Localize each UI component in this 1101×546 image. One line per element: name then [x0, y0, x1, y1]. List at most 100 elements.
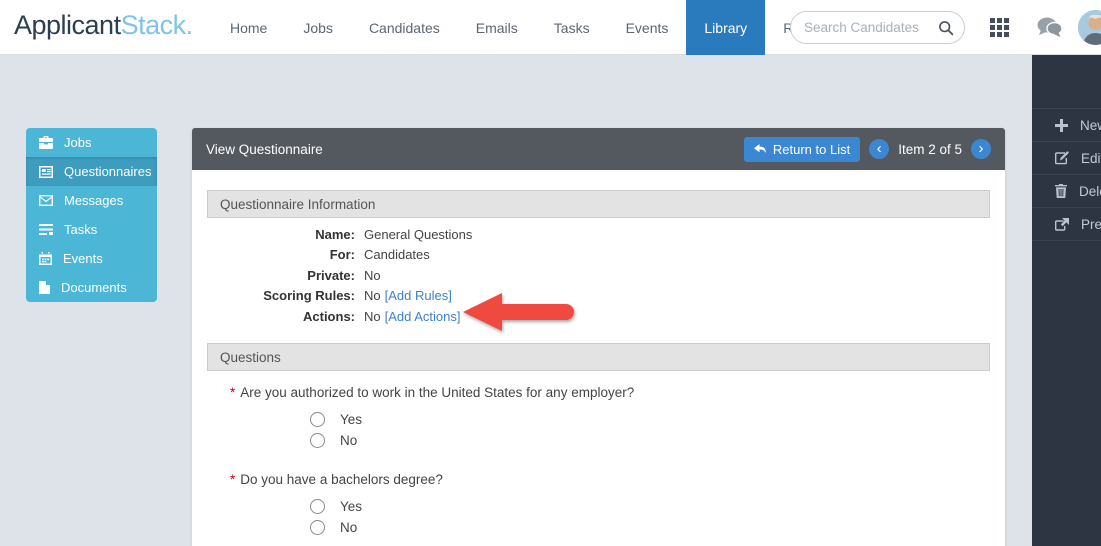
- field-value: Candidates: [364, 247, 430, 263]
- nav-item-emails[interactable]: Emails: [458, 0, 536, 55]
- sidebar-item-messages[interactable]: Messages: [26, 186, 157, 215]
- next-item-button[interactable]: ›: [971, 139, 991, 159]
- trash-icon: [1055, 184, 1067, 198]
- chat-icon[interactable]: [1036, 16, 1063, 39]
- action-label: Edit: [1081, 150, 1101, 166]
- field-value: General Questions: [364, 227, 473, 242]
- action-label: Delete: [1079, 183, 1101, 199]
- edit-button[interactable]: Edit: [1032, 142, 1101, 175]
- field-row-private: Private: No: [207, 266, 990, 286]
- nav-item-home[interactable]: Home: [212, 0, 285, 55]
- return-to-list-label: Return to List: [772, 141, 851, 157]
- field-row-scoring-rules: Scoring Rules: No [Add Rules]: [207, 286, 990, 306]
- library-sidebar: Jobs Questionnaires Messages Tasks Event…: [26, 128, 157, 302]
- sidebar-item-documents[interactable]: Documents: [26, 273, 157, 302]
- actions-list: New Questionnaire Edit Delete Preview: [1032, 108, 1101, 241]
- nav-item-library[interactable]: Library: [686, 0, 766, 55]
- field-value: No: [364, 267, 381, 283]
- sidebar-item-events[interactable]: Events: [26, 244, 157, 273]
- briefcase-icon: [39, 136, 53, 149]
- task-list-icon: [39, 224, 53, 235]
- sidebar-item-label: Questionnaires: [64, 164, 152, 179]
- option-row: Yes: [310, 409, 990, 430]
- preview-icon: [1055, 217, 1069, 231]
- question-text: * Do you have a bachelors degree?: [230, 472, 990, 487]
- user-avatar[interactable]: [1078, 10, 1101, 45]
- field-label: Name:: [315, 227, 355, 242]
- preview-button[interactable]: Preview: [1032, 208, 1101, 241]
- sidebar-item-label: Tasks: [64, 222, 98, 237]
- plus-icon: [1055, 118, 1068, 132]
- sidebar-item-label: Documents: [61, 280, 127, 295]
- envelope-icon: [39, 195, 53, 206]
- option-row: Yes: [310, 496, 990, 517]
- nav-item-tasks[interactable]: Tasks: [536, 0, 608, 55]
- questionnaire-info-fields: Name: General Questions For: Candidates …: [207, 225, 990, 327]
- item-pager-text: Item 2 of 5: [898, 141, 962, 157]
- questions-header: Questions: [207, 343, 990, 372]
- nav-item-events[interactable]: Events: [608, 0, 687, 55]
- panel-header-actions: Return to List ‹ Item 2 of 5 ›: [743, 136, 991, 162]
- document-icon: [39, 281, 50, 294]
- panel-header: View Questionnaire Return to List ‹ Item…: [192, 128, 1005, 170]
- panel-body: Questionnaire Information Name: General …: [192, 170, 1005, 546]
- top-navigation-bar: ApplicantStack. Home Jobs Candidates Ema…: [0, 0, 1101, 55]
- applicantstack-logo: ApplicantStack.: [14, 10, 193, 41]
- nav-item-jobs[interactable]: Jobs: [285, 0, 351, 55]
- option-row: No: [310, 430, 990, 451]
- option-label: Yes: [340, 499, 363, 515]
- questionnaire-icon: [39, 165, 53, 178]
- question-label: Are you authorized to work in the United…: [240, 385, 635, 401]
- field-value: No: [364, 308, 381, 324]
- actions-sidebar: New Questionnaire Edit Delete Preview: [1032, 55, 1101, 546]
- search-candidates-box[interactable]: [790, 11, 965, 44]
- question-2: * Do you have a bachelors degree? Yes No: [230, 472, 990, 538]
- sidebar-item-jobs[interactable]: Jobs: [26, 128, 157, 157]
- main-nav: Home Jobs Candidates Emails Tasks Events…: [212, 0, 850, 55]
- option-row: No: [310, 517, 990, 538]
- add-rules-link[interactable]: [Add Rules]: [385, 286, 452, 306]
- calendar-icon: [39, 252, 52, 265]
- return-to-list-button[interactable]: Return to List: [743, 136, 861, 162]
- field-value: No: [364, 288, 381, 304]
- sidebar-item-label: Messages: [64, 193, 124, 208]
- return-arrow-icon: [753, 143, 766, 153]
- sidebar-item-label: Events: [63, 251, 103, 266]
- question-text: * Are you authorized to work in the Unite…: [230, 385, 990, 400]
- radio-q2-no[interactable]: [310, 520, 325, 536]
- logo-part-dark: Applicant: [14, 10, 121, 40]
- page-title: View Questionnaire: [206, 141, 323, 157]
- new-questionnaire-button[interactable]: New Questionnaire: [1032, 109, 1101, 142]
- sidebar-item-label: Jobs: [64, 135, 92, 150]
- search-icon[interactable]: [938, 20, 954, 36]
- field-label: Private:: [307, 267, 355, 283]
- radio-q1-yes[interactable]: [310, 412, 325, 428]
- sidebar-item-tasks[interactable]: Tasks: [26, 215, 157, 244]
- field-label: For:: [329, 247, 355, 263]
- radio-q1-no[interactable]: [310, 433, 325, 449]
- delete-button[interactable]: Delete: [1032, 175, 1101, 208]
- view-questionnaire-panel: View Questionnaire Return to List ‹ Item…: [192, 128, 1005, 546]
- option-label: Yes: [340, 412, 363, 428]
- logo-part-light: Stack.: [120, 10, 194, 40]
- radio-q2-yes[interactable]: [310, 499, 325, 515]
- question-1-options: Yes No: [310, 409, 990, 451]
- required-marker: *: [230, 472, 236, 488]
- option-label: No: [340, 433, 358, 449]
- add-actions-link[interactable]: [Add Actions]: [385, 307, 461, 327]
- edit-icon: [1055, 151, 1069, 165]
- option-label: No: [340, 520, 358, 536]
- action-label: New Questionnaire: [1080, 117, 1101, 133]
- nav-item-candidates[interactable]: Candidates: [351, 0, 458, 55]
- sidebar-item-questionnaires[interactable]: Questionnaires: [26, 157, 157, 186]
- question-2-options: Yes No: [310, 496, 990, 538]
- chevron-left-icon: ‹: [876, 139, 882, 157]
- search-input[interactable]: [804, 20, 938, 35]
- question-1: * Are you authorized to work in the Unite…: [230, 385, 990, 451]
- field-row-name: Name: General Questions: [207, 225, 990, 245]
- questionnaire-information-header: Questionnaire Information: [207, 190, 990, 218]
- action-label: Preview: [1081, 216, 1101, 232]
- prev-item-button[interactable]: ‹: [869, 139, 890, 159]
- field-row-for: For: Candidates: [207, 245, 990, 265]
- apps-grid-icon[interactable]: [990, 18, 1009, 37]
